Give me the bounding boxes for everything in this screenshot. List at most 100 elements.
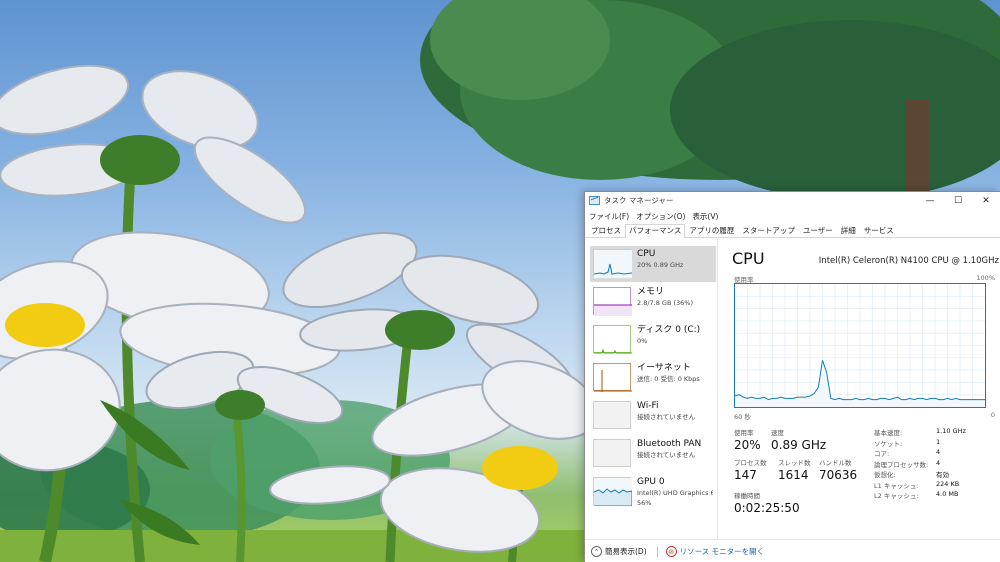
cpu-usage-graph bbox=[734, 283, 986, 408]
fewer-details-button[interactable]: ⌃ 簡易表示(D) bbox=[591, 546, 647, 557]
sidebar-item-label: Bluetooth PAN bbox=[637, 439, 702, 449]
maximize-button[interactable]: ☐ bbox=[944, 192, 972, 209]
sidebar-item-sub: 接続されていません bbox=[637, 451, 696, 459]
sidebar-item-sub: 2.8/7.8 GB (36%) bbox=[637, 299, 694, 307]
resource-monitor-icon: ⊘ bbox=[665, 546, 677, 557]
sidebar-item-cpu[interactable]: CPU 20% 0.89 GHz bbox=[590, 246, 716, 282]
detail-title: CPU bbox=[732, 249, 765, 268]
sidebar-item-cpu-text: CPU 20% 0.89 GHz bbox=[637, 249, 683, 270]
tab-startup[interactable]: スタートアップ bbox=[738, 224, 799, 237]
sidebar-item-bluetooth-text: Bluetooth PAN 接続されていません bbox=[637, 439, 701, 460]
spec-value: 1 bbox=[936, 437, 941, 446]
graph-time-zero: 0 bbox=[990, 411, 995, 419]
sidebar-item-disk[interactable]: ディスク 0 (C:) 0% bbox=[590, 322, 716, 358]
footer-divider bbox=[656, 546, 658, 557]
menu-file[interactable]: ファイル(F) bbox=[589, 211, 629, 222]
stat-label: 使用率 bbox=[734, 429, 754, 437]
stat-speed: 速度 0.89 GHz bbox=[771, 427, 826, 452]
sidebar-item-sub2: 56% bbox=[637, 499, 652, 507]
chevron-up-icon: ⌃ bbox=[591, 546, 602, 557]
window-title: タスク マネージャー bbox=[604, 196, 674, 205]
stat-value: 0.89 GHz bbox=[771, 438, 827, 452]
cpu-thumbnail-chart bbox=[594, 250, 632, 278]
spec-row: 仮想化: 有効 bbox=[874, 469, 994, 480]
memory-thumbnail-graph bbox=[593, 287, 632, 316]
gpu-thumbnail-chart bbox=[594, 478, 632, 506]
tab-details[interactable]: 詳細 bbox=[837, 224, 860, 237]
sidebar-item-label: Wi-Fi bbox=[637, 401, 659, 411]
sidebar-item-wifi-text: Wi-Fi 接続されていません bbox=[637, 401, 695, 422]
menu-view[interactable]: 表示(V) bbox=[692, 211, 718, 222]
title-bar[interactable]: タスク マネージャー — ☐ ✕ bbox=[585, 192, 1000, 209]
sidebar-item-disk-text: ディスク 0 (C:) 0% bbox=[637, 325, 700, 346]
sidebar-item-ethernet[interactable]: イーサネット 送信: 0 受信: 0 Kbps bbox=[590, 360, 716, 396]
task-manager-app-icon bbox=[589, 196, 600, 205]
spec-row: コア: 4 bbox=[874, 448, 994, 459]
menu-options[interactable]: オプション(O) bbox=[636, 211, 685, 222]
spec-key: L1 キャッシュ: bbox=[874, 481, 919, 490]
resource-monitor-label: リソース モニターを開く bbox=[679, 547, 765, 556]
stat-value: 147 bbox=[734, 468, 757, 482]
cpu-thumbnail-graph bbox=[593, 249, 632, 278]
tab-performance[interactable]: パフォーマンス bbox=[625, 224, 686, 238]
spec-value: 4 bbox=[936, 448, 941, 456]
fewer-details-label: 簡易表示(D) bbox=[605, 547, 647, 556]
stat-label: スレッド数 bbox=[778, 459, 811, 467]
sidebar-item-label: ディスク 0 (C:) bbox=[637, 325, 701, 335]
tab-processes[interactable]: プロセス bbox=[587, 224, 625, 237]
spec-row: L1 キャッシュ: 224 KB bbox=[874, 480, 994, 491]
task-manager-window: タスク マネージャー — ☐ ✕ ファイル(F) オプション(O) 表示(V) … bbox=[584, 191, 1000, 562]
stat-value: 1614 bbox=[778, 468, 809, 482]
bluetooth-thumbnail-graph bbox=[593, 439, 631, 467]
sidebar-item-gpu-text: GPU 0 Intel(R) UHD Graphics 6 56% bbox=[637, 477, 713, 508]
spec-key: ソケット: bbox=[874, 439, 903, 448]
resource-sidebar: CPU 20% 0.89 GHz メモリ 2.8/7.8 GB (36%) ディ… bbox=[585, 239, 718, 539]
spec-row: L2 キャッシュ: 4.0 MB bbox=[874, 490, 994, 501]
stat-uptime: 稼働時間 0:02:25:50 bbox=[734, 490, 800, 515]
close-button[interactable]: ✕ bbox=[972, 192, 1000, 209]
spec-value: 224 KB bbox=[936, 479, 960, 488]
spec-row: ソケット: 1 bbox=[874, 438, 994, 449]
spec-key: 論理プロセッサ数: bbox=[874, 460, 929, 469]
cpu-model-name: Intel(R) Celeron(R) N4100 CPU @ 1.10GHz bbox=[818, 256, 999, 266]
sidebar-item-wifi[interactable]: Wi-Fi 接続されていません bbox=[590, 398, 716, 434]
disk-thumbnail-graph bbox=[593, 325, 632, 354]
sidebar-item-bluetooth[interactable]: Bluetooth PAN 接続されていません bbox=[590, 436, 716, 472]
stat-label: 稼働時間 bbox=[734, 492, 760, 500]
memory-thumbnail-chart bbox=[594, 304, 632, 316]
tab-users[interactable]: ユーザー bbox=[799, 224, 837, 237]
spec-row: 基本速度: 1.10 GHz bbox=[874, 427, 994, 438]
sidebar-item-memory[interactable]: メモリ 2.8/7.8 GB (36%) bbox=[590, 284, 716, 320]
sidebar-item-ethernet-text: イーサネット 送信: 0 受信: 0 Kbps bbox=[637, 363, 700, 384]
stat-label: プロセス数 bbox=[734, 459, 767, 467]
stat-label: ハンドル数 bbox=[819, 459, 852, 467]
stat-threads: スレッド数 1614 bbox=[778, 457, 811, 482]
stat-value: 0:02:25:50 bbox=[734, 501, 800, 515]
spec-row: 論理プロセッサ数: 4 bbox=[874, 459, 994, 470]
tab-services[interactable]: サービス bbox=[860, 224, 898, 237]
resource-monitor-link[interactable]: ⊘ リソース モニターを開く bbox=[665, 546, 765, 557]
sidebar-item-label: CPU bbox=[637, 249, 656, 259]
sidebar-item-label: GPU 0 bbox=[637, 477, 665, 487]
spec-key: 仮想化: bbox=[874, 471, 896, 479]
stat-value: 20% bbox=[734, 438, 761, 452]
sidebar-item-memory-text: メモリ 2.8/7.8 GB (36%) bbox=[637, 287, 693, 308]
sidebar-item-sub: Intel(R) UHD Graphics 6 bbox=[637, 489, 713, 497]
spec-value: 4.0 MB bbox=[936, 490, 959, 498]
menu-bar: ファイル(F) オプション(O) 表示(V) bbox=[585, 209, 1000, 223]
footer-bar: ⌃ 簡易表示(D) ⊘ リソース モニターを開く bbox=[585, 539, 1000, 562]
spec-value: 有効 bbox=[936, 471, 949, 479]
tab-bar: プロセス パフォーマンス アプリの履歴 スタートアップ ユーザー 詳細 サービス bbox=[585, 223, 1000, 238]
cpu-detail-panel: CPU Intel(R) Celeron(R) N4100 CPU @ 1.10… bbox=[718, 239, 1000, 539]
spec-key: コア: bbox=[874, 450, 890, 458]
minimize-button[interactable]: — bbox=[916, 192, 944, 209]
stat-usage: 使用率 20% bbox=[734, 427, 761, 452]
sidebar-item-sub: 接続されていません bbox=[637, 413, 696, 421]
tab-app-history[interactable]: アプリの履歴 bbox=[685, 224, 738, 237]
ethernet-thumbnail-chart bbox=[594, 370, 632, 392]
stat-value: 70636 bbox=[819, 468, 858, 482]
sidebar-item-label: メモリ bbox=[637, 287, 665, 297]
sidebar-item-gpu[interactable]: GPU 0 Intel(R) UHD Graphics 6 56% bbox=[590, 474, 716, 510]
cpu-spec-list: 基本速度: 1.10 GHz ソケット: 1 コア: 4 論理プロセッサ数: 4 仮想化… bbox=[874, 427, 994, 501]
sidebar-item-sub: 0% bbox=[637, 337, 648, 345]
